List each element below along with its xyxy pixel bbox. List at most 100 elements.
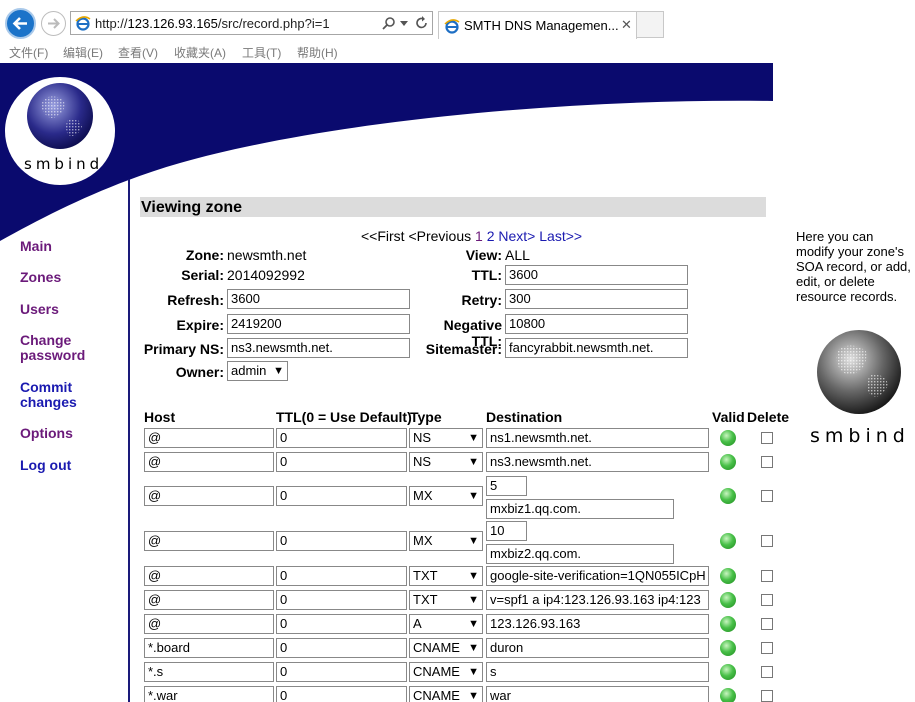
chevron-down-icon: ▼ [468, 535, 479, 547]
delete-checkbox[interactable] [761, 618, 773, 630]
ttl-label: TTL: [471, 267, 502, 283]
nav-users[interactable]: Users [20, 302, 59, 317]
pager-next[interactable]: Next> [498, 228, 535, 244]
ie-tab-icon [444, 19, 460, 34]
destination-field[interactable]: v=spf1 a ip4:123.126.93.163 ip4:123 [486, 590, 709, 610]
view-label: View: [465, 247, 502, 263]
menu-bar: 文件(F) 编辑(E) 查看(V) 收藏夹(A) 工具(T) 帮助(H) [0, 42, 915, 63]
host-field[interactable]: @ [144, 566, 274, 586]
retry-label: Retry: [461, 292, 502, 308]
ttl-field[interactable]: 0 [276, 686, 407, 702]
ttl-field[interactable]: 0 [276, 566, 407, 586]
mx-priority-field[interactable]: 5 [486, 476, 527, 496]
owner-select[interactable]: admin ▼ [227, 361, 288, 381]
negative-ttl-field[interactable]: 10800 [505, 314, 688, 334]
delete-checkbox[interactable] [761, 666, 773, 678]
dropdown-arrow-icon[interactable] [400, 21, 408, 27]
host-field[interactable]: *.board [144, 638, 274, 658]
destination-field[interactable]: war [486, 686, 709, 702]
ttl-field[interactable]: 0 [276, 662, 407, 682]
back-button[interactable] [5, 8, 36, 39]
destination-field[interactable]: 123.126.93.163 [486, 614, 709, 634]
ttl-field[interactable]: 0 [276, 428, 407, 448]
mx-priority-field[interactable]: 10 [486, 521, 527, 541]
nav-commit-changes[interactable]: Commit changes [20, 380, 90, 410]
delete-checkbox[interactable] [761, 594, 773, 606]
ttl-field[interactable]: 3600 [505, 265, 688, 285]
new-tab-button[interactable] [637, 11, 664, 38]
type-select[interactable]: CNAME ▼ [409, 638, 483, 658]
destination-field[interactable]: mxbiz2.qq.com. [486, 544, 674, 564]
host-field[interactable]: @ [144, 614, 274, 634]
ttl-field[interactable]: 0 [276, 590, 407, 610]
menu-tools[interactable]: 工具(T) [242, 44, 281, 61]
host-field[interactable]: @ [144, 486, 274, 506]
nav-options[interactable]: Options [20, 426, 73, 441]
type-select[interactable]: CNAME ▼ [409, 686, 483, 702]
destination-field[interactable]: duron [486, 638, 709, 658]
owner-selected: admin [231, 363, 267, 378]
delete-checkbox[interactable] [761, 535, 773, 547]
ttl-field[interactable]: 0 [276, 638, 407, 658]
nav-main[interactable]: Main [20, 239, 52, 254]
refresh-icon[interactable] [415, 16, 429, 30]
host-field[interactable]: *.s [144, 662, 274, 682]
nav-zones[interactable]: Zones [20, 270, 61, 285]
ttl-field[interactable]: 0 [276, 486, 407, 506]
host-field[interactable]: @ [144, 531, 274, 551]
ttl-field[interactable]: 0 [276, 614, 407, 634]
destination-field[interactable]: ns1.newsmth.net. [486, 428, 709, 448]
delete-checkbox[interactable] [761, 432, 773, 444]
ttl-field[interactable]: 0 [276, 452, 407, 472]
browser-tab[interactable]: SMTH DNS Managemen... ✕ [438, 11, 637, 39]
sitemaster-field[interactable]: fancyrabbit.newsmth.net. [505, 338, 688, 358]
destination-field[interactable]: s [486, 662, 709, 682]
retry-field[interactable]: 300 [505, 289, 688, 309]
type-select[interactable]: TXT ▼ [409, 590, 483, 610]
menu-help[interactable]: 帮助(H) [297, 44, 338, 61]
type-select[interactable]: NS ▼ [409, 452, 483, 472]
primary-ns-field[interactable]: ns3.newsmth.net. [227, 338, 410, 358]
tab-title: SMTH DNS Managemen... [464, 18, 619, 33]
host-field[interactable]: @ [144, 590, 274, 610]
nav-change-password[interactable]: Change password [20, 333, 90, 363]
delete-checkbox[interactable] [761, 690, 773, 702]
address-bar[interactable]: http://123.126.93.165/src/record.php?i=1 [70, 11, 433, 35]
search-icon[interactable] [382, 16, 396, 30]
host-field[interactable]: @ [144, 428, 274, 448]
nav-logout[interactable]: Log out [20, 458, 71, 473]
destination-field[interactable]: google-site-verification=1QN055ICpH [486, 566, 709, 586]
type-select[interactable]: MX ▼ [409, 531, 483, 551]
type-select[interactable]: A ▼ [409, 614, 483, 634]
pager-last[interactable]: Last>> [539, 228, 582, 244]
host-field[interactable]: @ [144, 452, 274, 472]
delete-checkbox[interactable] [761, 642, 773, 654]
menu-file[interactable]: 文件(F) [9, 44, 48, 61]
menu-edit[interactable]: 编辑(E) [63, 44, 103, 61]
expire-field[interactable]: 2419200 [227, 314, 410, 334]
type-selected: TXT [413, 592, 438, 607]
chevron-down-icon: ▼ [468, 456, 479, 468]
type-select[interactable]: CNAME ▼ [409, 662, 483, 682]
destination-field[interactable]: mxbiz1.qq.com. [486, 499, 674, 519]
pager-page-1[interactable]: 1 [475, 228, 483, 244]
delete-checkbox[interactable] [761, 490, 773, 502]
type-select[interactable]: MX ▼ [409, 486, 483, 506]
type-select[interactable]: NS ▼ [409, 428, 483, 448]
menu-view[interactable]: 查看(V) [118, 44, 158, 61]
pager-page-2[interactable]: 2 [487, 228, 495, 244]
ie-page-icon [75, 16, 91, 31]
type-selected: NS [413, 454, 432, 469]
delete-checkbox[interactable] [761, 456, 773, 468]
browser-chrome: http://123.126.93.165/src/record.php?i=1… [0, 0, 915, 63]
forward-button[interactable] [41, 11, 66, 36]
ttl-field[interactable]: 0 [276, 531, 407, 551]
forward-arrow-icon [48, 18, 60, 29]
close-tab-icon[interactable]: ✕ [621, 17, 632, 33]
destination-field[interactable]: ns3.newsmth.net. [486, 452, 709, 472]
type-select[interactable]: TXT ▼ [409, 566, 483, 586]
menu-favorites[interactable]: 收藏夹(A) [174, 44, 226, 61]
host-field[interactable]: *.war [144, 686, 274, 702]
refresh-field[interactable]: 3600 [227, 289, 410, 309]
delete-checkbox[interactable] [761, 570, 773, 582]
